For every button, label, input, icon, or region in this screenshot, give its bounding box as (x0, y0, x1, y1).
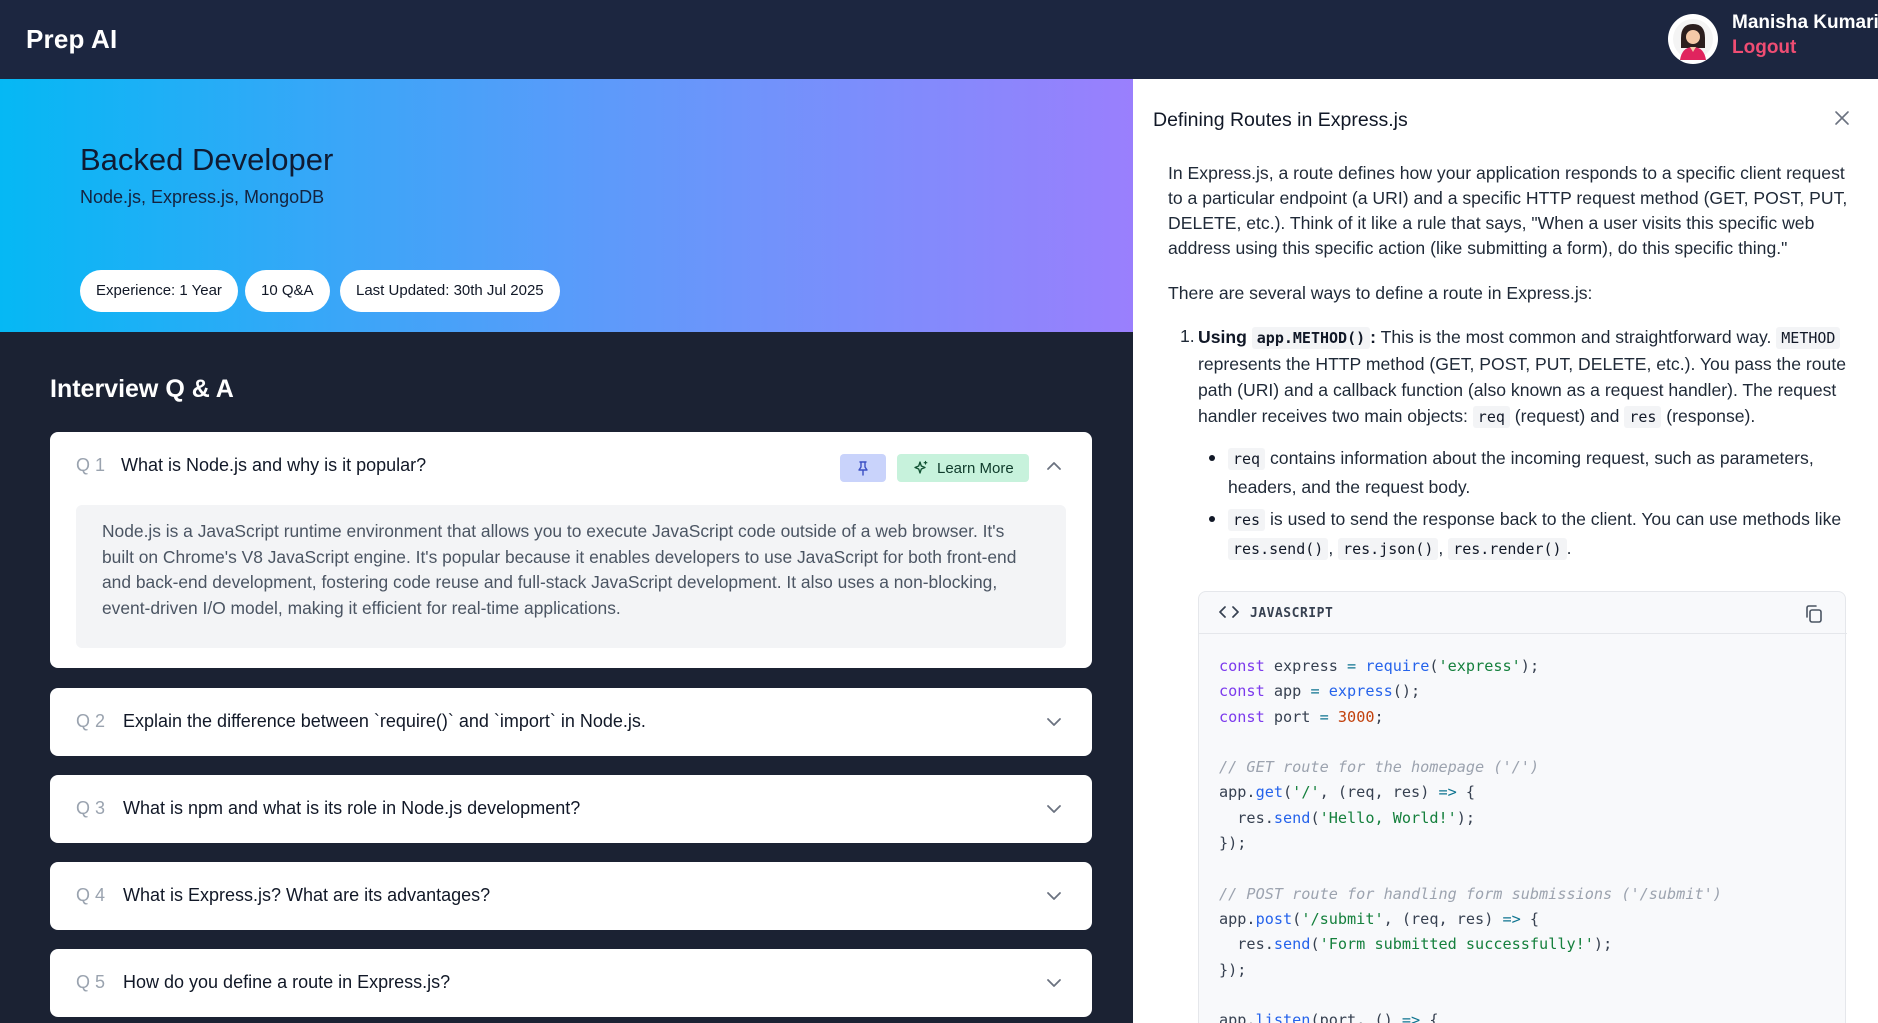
inline-code-res-render: res.render() (1448, 538, 1567, 560)
bullet-text: is used to send the response back to the… (1265, 509, 1842, 529)
close-icon[interactable] (1831, 107, 1853, 129)
question-header-5[interactable]: Q 5 How do you define a route in Express… (50, 949, 1092, 1017)
avatar-woman-icon (1669, 15, 1717, 63)
experience-pill: Experience: 1 Year (80, 270, 238, 312)
question-card-5[interactable]: Q 5 How do you define a route in Express… (50, 949, 1092, 1017)
inline-code-req: req (1228, 448, 1266, 470)
code-line: }); (1219, 960, 1247, 979)
question-text: How do you define a route in Express.js? (123, 972, 451, 992)
inline-code-method: METHOD (1776, 327, 1841, 349)
chevron-down-icon[interactable] (1044, 886, 1064, 906)
code-line: // GET route for the homepage ('/') (1219, 758, 1540, 777)
bullet-res: res is used to send the response back to… (1198, 505, 1848, 563)
code-line: // POST route for handling form submissi… (1219, 884, 1722, 903)
question-text: What is Node.js and why is it popular? (121, 455, 427, 475)
sparkle-icon (914, 460, 928, 474)
learn-more-button[interactable]: Learn More (897, 454, 1029, 482)
inline-code-app-method: app.METHOD() (1251, 327, 1371, 349)
question-text: Explain the difference between `require(… (123, 711, 646, 731)
question-number: Q 5 (76, 972, 106, 992)
chevron-down-icon[interactable] (1044, 973, 1064, 993)
intro-paragraph: In Express.js, a route defines how your … (1168, 163, 1848, 258)
code-line: const express = require('express'); (1219, 657, 1540, 675)
question-card-4[interactable]: Q 4 What is Express.js? What are its adv… (50, 862, 1092, 930)
drawer-content: In Express.js, a route defines how your … (1168, 161, 1848, 567)
chevron-down-icon[interactable] (1044, 799, 1064, 819)
bullet-req: req contains information about the incom… (1198, 444, 1848, 501)
code-line: const port = 3000; (1219, 707, 1384, 726)
code-brackets-icon (1219, 606, 1239, 618)
qa-count-pill: 10 Q&A (245, 270, 330, 312)
ways-paragraph: There are several ways to define a route… (1168, 283, 1593, 303)
pin-icon (858, 461, 868, 476)
question-header-3[interactable]: Q 3 What is npm and what is its role in … (50, 775, 1092, 843)
code-line: app.listen(port, () => { (1219, 1011, 1439, 1023)
chevron-down-icon[interactable] (1044, 712, 1064, 732)
question-header-4[interactable]: Q 4 What is Express.js? What are its adv… (50, 862, 1092, 930)
user-name: Manisha Kumari (1732, 12, 1878, 33)
item-text-3: (request) and (1509, 406, 1625, 426)
pin-button[interactable] (840, 454, 886, 482)
question-text: What is npm and what is its role in Node… (123, 798, 581, 818)
role-hero-banner: Backed Developer Node.js, Express.js, Mo… (0, 79, 1133, 332)
separator: , (1328, 538, 1339, 558)
code-line: }); (1219, 834, 1247, 853)
qa-main-pane: Backed Developer Node.js, Express.js, Mo… (0, 79, 1133, 1023)
question-card-1: Q 1 What is Node.js and why is it popula… (50, 432, 1092, 668)
question-header-2[interactable]: Q 2 Explain the difference between `requ… (50, 688, 1092, 756)
role-title: Backed Developer (80, 142, 334, 177)
separator: , (1438, 538, 1449, 558)
list-marker: 1. (1180, 326, 1195, 346)
item-text-1: This is the most common and straightforw… (1376, 327, 1772, 347)
question-number: Q 3 (76, 798, 106, 818)
code-content[interactable]: const express = require('express'); const… (1219, 654, 1722, 1023)
question-card-3[interactable]: Q 3 What is npm and what is its role in … (50, 775, 1092, 843)
code-line: app.post('/submit', (req, res) => { (1219, 909, 1540, 928)
question-text: What is Express.js? What are its advanta… (123, 885, 491, 905)
drawer-title: Defining Routes in Express.js (1153, 109, 1408, 131)
chevron-up-icon[interactable] (1044, 456, 1064, 476)
top-navbar: Prep AI Manisha Kumari Logout (0, 0, 1878, 79)
code-block: JAVASCRIPT const express = require('expr… (1198, 591, 1847, 1023)
inline-code-res: res (1624, 406, 1662, 428)
code-line: res.send('Hello, World!'); (1219, 808, 1476, 827)
question-number: Q 4 (76, 885, 106, 905)
answer-text: Node.js is a JavaScript runtime environm… (76, 505, 1066, 648)
question-number: Q 1 (76, 455, 106, 475)
user-avatar[interactable] (1668, 14, 1718, 64)
inline-code-res-send: res.send() (1228, 538, 1329, 560)
copy-icon[interactable] (1803, 603, 1825, 625)
bullet-end: . (1566, 538, 1572, 558)
logout-link[interactable]: Logout (1732, 37, 1796, 59)
app-brand[interactable]: Prep AI (26, 24, 117, 55)
bullet-list: req contains information about the incom… (1168, 444, 1848, 563)
role-topics: Node.js, Express.js, MongoDB (80, 187, 325, 207)
last-updated-pill: Last Updated: 30th Jul 2025 (340, 270, 560, 312)
code-line: app.get('/', (req, res) => { (1219, 783, 1476, 802)
inline-code-req: req (1472, 406, 1510, 428)
item-text-4: (response). (1661, 406, 1756, 426)
ordered-list-item-1: 1. Using app.METHOD(): This is the most … (1168, 324, 1848, 563)
code-block-header: JAVASCRIPT (1199, 592, 1847, 634)
inline-code-res-json: res.json() (1338, 538, 1439, 560)
code-line: const app = express(); (1219, 682, 1421, 701)
question-card-2[interactable]: Q 2 Explain the difference between `requ… (50, 688, 1092, 756)
list-item-text: Using app.METHOD(): This is the most com… (1168, 324, 1848, 430)
code-language-label: JAVASCRIPT (1250, 606, 1334, 621)
item-lead: Using (1198, 327, 1247, 347)
qa-section-title: Interview Q & A (50, 375, 234, 403)
learn-more-label: Learn More (937, 459, 1014, 477)
learn-more-drawer: Defining Routes in Express.js In Express… (1133, 79, 1878, 1023)
question-number: Q 2 (76, 711, 106, 731)
code-line: res.send('Form submitted successfully!')… (1219, 935, 1613, 954)
inline-code-res: res (1228, 509, 1266, 531)
bullet-text: contains information about the incoming … (1228, 448, 1814, 497)
